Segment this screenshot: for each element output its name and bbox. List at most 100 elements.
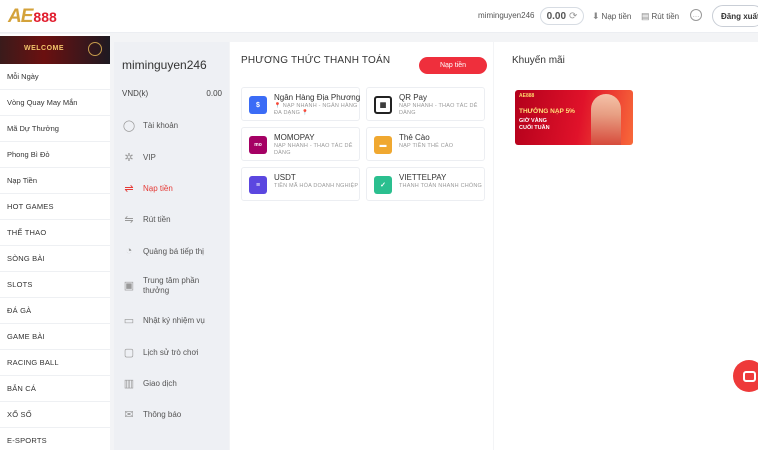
viettelpay-icon: ✓ — [374, 176, 392, 194]
sidebar-item-deposit[interactable]: Nạp Tiền — [0, 168, 110, 194]
menu-item-label: Nhật ký nhiệm vụ — [143, 316, 205, 326]
qr-icon: ▦ — [374, 96, 392, 114]
sidebar-item-slots[interactable]: SLOTS — [0, 272, 110, 298]
header-deposit-label: Nạp tiền — [601, 12, 632, 21]
menu-item-rewards[interactable]: ▣ Trung tâm phần thưởng — [114, 267, 229, 305]
megaphone-icon: ◔ — [125, 245, 133, 258]
payment-method-name: QR Pay — [399, 93, 428, 102]
header-withdraw-link[interactable]: ▤ Rút tiền — [641, 11, 679, 22]
menu-item-label: Tài khoản — [143, 121, 179, 131]
deposit-icon: ⬇ — [592, 11, 600, 21]
usdt-icon: ≡ — [249, 176, 267, 194]
payment-method-desc: NẠP NHANH - THAO TÁC DỄ DÀNG — [274, 143, 353, 156]
balance-pill: 0.00 ⟳ — [540, 7, 584, 25]
payment-method-momopay[interactable]: mo MOMOPAY NẠP NHANH - THAO TÁC DỄ DÀNG — [241, 127, 360, 161]
sidebar-item-cockfight[interactable]: ĐÁ GÀ — [0, 298, 110, 324]
menu-item-label: Quảng bá tiếp thị — [143, 246, 204, 256]
payment-method-name: VIETTELPAY — [399, 173, 447, 182]
payment-method-viettelpay[interactable]: ✓ VIETTELPAY THANH TOÁN NHANH CHÓNG — [366, 167, 485, 201]
clipboard-icon: ▭ — [123, 315, 135, 328]
menu-item-label: VIP — [143, 152, 156, 162]
promo-banner-card[interactable]: AE888 THƯỞNG NẠP 5% GIỜ VÀNG CUỐI TUẦN — [515, 90, 633, 145]
live-chat-button[interactable] — [733, 360, 758, 392]
gift-icon: ▣ — [123, 279, 135, 292]
sidebar-item-prize-code[interactable]: Mã Dự Thưởng — [0, 116, 110, 142]
payment-method-local-bank[interactable]: $ Ngân Hàng Địa Phương 📍 NẠP NHANH - NGÂ… — [241, 87, 360, 121]
account-menu: ◯ Tài khoản ✲ VIP ⇌ Nạp tiền ⇋ Rút tiền … — [114, 110, 229, 431]
logout-button[interactable]: Đăng xuất — [712, 5, 758, 27]
menu-item-account[interactable]: ◯ Tài khoản — [114, 110, 229, 141]
sidebar-item-fishing[interactable]: BẮN CÁ — [0, 376, 110, 402]
sidebar-item-hot-games[interactable]: HOT GAMES — [0, 194, 110, 220]
logo-number: 888 — [33, 9, 57, 25]
payment-method-desc: NẠP NHANH - THAO TÁC DỄ DÀNG — [399, 103, 478, 116]
account-balance-row: VND(k) 0.00 — [122, 89, 222, 98]
payment-method-usdt[interactable]: ≡ USDT TIỀN MÃ HÓA DOANH NGHIỆP — [241, 167, 360, 201]
menu-item-deposit[interactable]: ⇌ Nạp tiền — [114, 173, 229, 204]
payment-method-name: MOMOPAY — [274, 133, 315, 142]
menu-item-marketing[interactable]: ◔ Quảng bá tiếp thị — [114, 236, 229, 267]
transaction-icon: ▥ — [123, 377, 135, 390]
payment-method-name: USDT — [274, 173, 296, 182]
refresh-icon[interactable]: ⟳ — [569, 11, 577, 22]
sidebar-promo-banner[interactable]: WELCOME — [0, 36, 110, 64]
menu-item-label: Thông báo — [143, 410, 182, 420]
withdraw-icon: ⇋ — [124, 214, 134, 227]
payment-title: PHƯƠNG THỨC THANH TOÁN — [241, 55, 391, 66]
menu-item-mission-log[interactable]: ▭ Nhật ký nhiệm vụ — [114, 305, 229, 336]
seal-icon — [88, 42, 102, 56]
promo-banner-headline: THƯỞNG NẠP 5% — [519, 108, 575, 115]
deposit-icon: ⇌ — [124, 182, 134, 195]
sidebar-nav: Mỗi Ngày Vòng Quay May Mắn Mã Dự Thưởng … — [0, 64, 110, 450]
user-icon: ◯ — [122, 120, 136, 133]
gear-icon: ✲ — [124, 151, 134, 164]
menu-item-label: Giao dịch — [143, 378, 177, 388]
menu-item-label: Rút tiền — [143, 215, 171, 225]
payment-method-scratch-card[interactable]: ▬ Thẻ Cào NẠP TIỀN THẺ CÀO — [366, 127, 485, 161]
chat-bubble-icon — [742, 370, 756, 382]
card-icon: ▬ — [374, 136, 392, 154]
promotions-title: Khuyến mãi — [512, 55, 565, 66]
sidebar-item-red-envelope[interactable]: Phong Bì Đỏ — [0, 142, 110, 168]
sidebar-item-casino[interactable]: SÒNG BÀI — [0, 246, 110, 272]
sidebar-item-lucky-wheel[interactable]: Vòng Quay May Mắn — [0, 90, 110, 116]
menu-item-notifications[interactable]: ✉ Thông báo — [114, 399, 229, 430]
payment-method-desc: THANH TOÁN NHANH CHÓNG — [399, 183, 483, 189]
bank-icon: $ — [249, 96, 267, 114]
top-header: AE 888 miminguyen246 0.00 ⟳ ⬇ Nạp tiền ▤… — [0, 0, 758, 33]
logo-mark: AE — [8, 6, 33, 27]
chat-icon[interactable]: … — [690, 9, 702, 21]
balance-amount: 0.00 — [546, 10, 567, 22]
menu-item-label: Nạp tiền — [143, 183, 173, 193]
momo-icon: mo — [249, 136, 267, 154]
sidebar-item-card-games[interactable]: GAME BÀI — [0, 324, 110, 350]
account-username: miminguyen246 — [122, 58, 207, 72]
sidebar-item-esports[interactable]: E-SPORTS — [0, 428, 110, 450]
menu-item-vip[interactable]: ✲ VIP — [114, 141, 229, 172]
promo-banner-logo: AE888 — [519, 93, 535, 99]
deposit-button[interactable]: Nạp tiền — [419, 57, 487, 74]
sidebar-banner-text: WELCOME — [24, 45, 65, 52]
site-logo[interactable]: AE 888 — [8, 6, 57, 28]
sidebar-item-lottery[interactable]: XỔ SỐ — [0, 402, 110, 428]
promo-banner-line2: GIỜ VÀNG — [519, 118, 547, 124]
payment-method-qr-pay[interactable]: ▦ QR Pay NẠP NHANH - THAO TÁC DỄ DÀNG — [366, 87, 485, 121]
header-withdraw-label: Rút tiền — [651, 12, 680, 21]
menu-item-transactions[interactable]: ▥ Giao dịch — [114, 368, 229, 399]
sidebar-item-daily[interactable]: Mỗi Ngày — [0, 64, 110, 90]
payment-panel: PHƯƠNG THỨC THANH TOÁN Nạp tiền $ Ngân H… — [230, 42, 493, 450]
currency-label: VND(k) — [122, 89, 149, 98]
promo-banner-line3: CUỐI TUẦN — [519, 125, 550, 131]
left-sidebar: WELCOME Mỗi Ngày Vòng Quay May Mắn Mã Dự… — [0, 34, 110, 450]
payment-method-name: Ngân Hàng Địa Phương — [274, 93, 361, 102]
sidebar-item-racing-ball[interactable]: RACING BALL — [0, 350, 110, 376]
header-deposit-link[interactable]: ⬇ Nạp tiền — [592, 11, 631, 22]
promotions-panel: Khuyến mãi AE888 THƯỞNG NẠP 5% GIỜ VÀNG … — [494, 42, 758, 450]
menu-item-label: Trung tâm phần thưởng — [143, 275, 200, 295]
menu-item-game-history[interactable]: ▢ Lịch sử trò chơi — [114, 336, 229, 367]
menu-item-withdraw[interactable]: ⇋ Rút tiền — [114, 204, 229, 235]
sidebar-item-sports[interactable]: THỂ THAO — [0, 220, 110, 246]
payment-method-desc: TIỀN MÃ HÓA DOANH NGHIỆP — [274, 183, 359, 189]
history-icon: ▢ — [123, 346, 135, 359]
payment-method-name: Thẻ Cào — [399, 133, 430, 142]
